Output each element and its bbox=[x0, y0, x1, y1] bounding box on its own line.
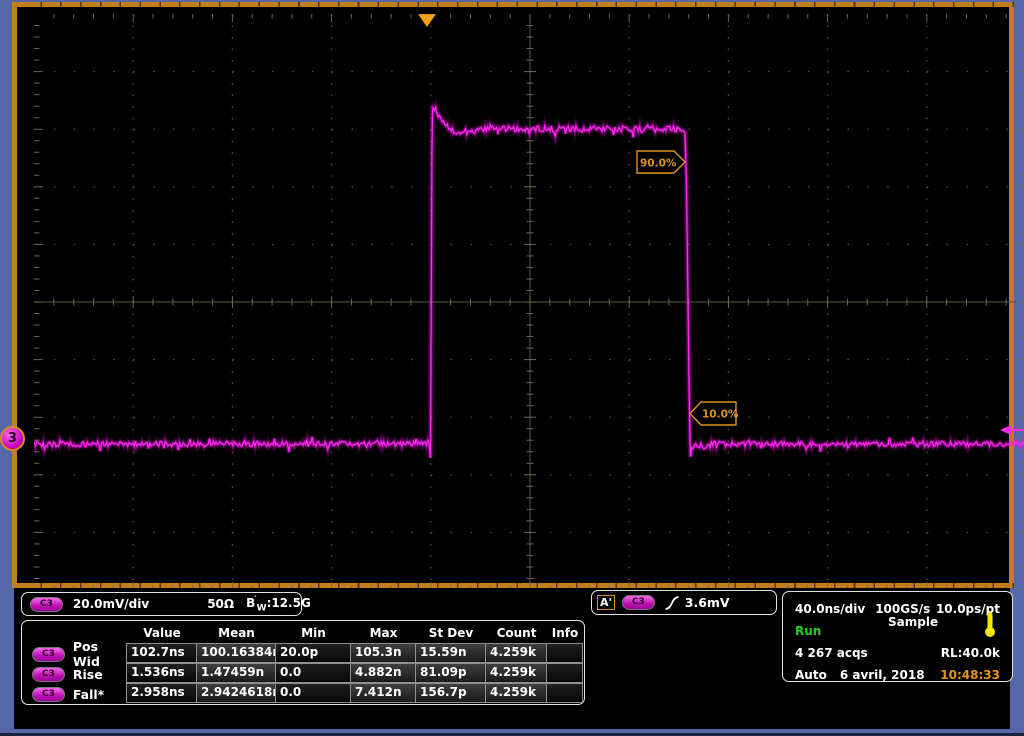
timebase-value: 40.0ns/div bbox=[795, 602, 865, 616]
table-cell: 0.0 bbox=[275, 683, 351, 703]
ref-high-label: 90.0% bbox=[640, 158, 677, 170]
run-state: Run bbox=[795, 624, 821, 638]
trigger-channel-badge[interactable]: C3 bbox=[622, 595, 655, 610]
status-bar: C3 20.0mV/div 50Ω B′W:12.5G Value Mean M… bbox=[14, 588, 1010, 729]
trigger-readout-panel[interactable]: A' C3 3.6mV bbox=[591, 590, 777, 615]
col-header-max: Max bbox=[351, 623, 416, 644]
measurement-name: Fall* bbox=[73, 687, 104, 702]
channel-readout-panel[interactable]: C3 20.0mV/div 50Ω B′W:12.5G bbox=[21, 592, 302, 616]
bandwidth-value: B′W:12.5G bbox=[246, 595, 311, 613]
channel-c3-badge[interactable]: C3 bbox=[30, 597, 63, 612]
vertical-scale-value: 20.0mV/div bbox=[73, 597, 149, 611]
table-cell: 20.0p bbox=[275, 643, 351, 663]
temperature-icon bbox=[984, 611, 996, 638]
table-cell: 2.958ns bbox=[126, 683, 197, 703]
table-cell: 15.59n bbox=[415, 643, 486, 663]
termination-value: 50Ω bbox=[207, 597, 234, 611]
table-cell: 4.259k bbox=[485, 663, 547, 683]
measurement-table-panel[interactable]: Value Mean Min Max St Dev Count Info C3P… bbox=[21, 620, 585, 705]
measurement-row-label[interactable]: C3 Rise bbox=[23, 664, 127, 684]
col-header-count: Count bbox=[486, 623, 547, 644]
graticule-frame: 90.0% 10.0% bbox=[12, 2, 1014, 588]
acquisition-mode: Sample bbox=[888, 615, 938, 629]
table-cell bbox=[546, 683, 583, 703]
ref-level-low-flag[interactable]: 10.0% bbox=[690, 402, 739, 425]
sample-rate-value: 100GS/s bbox=[875, 602, 930, 616]
table-cell: 2.9424618n bbox=[196, 683, 276, 703]
acquisition-count: 4 267 acqs bbox=[795, 646, 868, 660]
table-cell: 4.882n bbox=[350, 663, 416, 683]
trigger-mode: Auto bbox=[795, 668, 827, 682]
border-ticks-top bbox=[22, 2, 1014, 7]
table-cell: 102.7ns bbox=[126, 643, 197, 663]
ref-low-label: 10.0% bbox=[702, 409, 739, 421]
trigger-position-icon[interactable] bbox=[418, 14, 436, 27]
row-channel-badge: C3 bbox=[32, 667, 65, 682]
table-cell: 156.7p bbox=[415, 683, 486, 703]
measurement-name: Rise bbox=[73, 667, 103, 682]
table-cell bbox=[546, 643, 583, 663]
table-cell: 4.259k bbox=[485, 683, 547, 703]
channel-3-position-marker[interactable]: 3 bbox=[0, 426, 25, 451]
col-header-info: Info bbox=[547, 623, 583, 644]
table-cell: 81.09p bbox=[415, 663, 486, 683]
graticule-grid bbox=[34, 14, 1024, 590]
record-length: RL:40.0k bbox=[941, 646, 1000, 660]
rising-edge-icon bbox=[664, 595, 680, 611]
channel-3-label: 3 bbox=[8, 431, 17, 446]
table-cell: 105.3n bbox=[350, 643, 416, 663]
measurement-table: Value Mean Min Max St Dev Count Info C3P… bbox=[23, 623, 584, 704]
clock-value: 10:48:33 bbox=[940, 668, 1000, 682]
trigger-source-badge[interactable]: A' bbox=[597, 595, 615, 610]
table-cell: 4.259k bbox=[485, 643, 547, 663]
table-cell: 1.536ns bbox=[126, 663, 197, 683]
col-header-stdev: St Dev bbox=[416, 623, 486, 644]
trigger-level-value: 3.6mV bbox=[685, 595, 730, 610]
row-channel-badge: C3 bbox=[32, 687, 65, 702]
table-cell: 1.47459n bbox=[196, 663, 276, 683]
table-cell: 0.0 bbox=[275, 663, 351, 683]
table-cell: 100.16384n bbox=[196, 643, 276, 663]
table-cell bbox=[546, 663, 583, 683]
table-cell: 7.412n bbox=[350, 683, 416, 703]
col-header-min: Min bbox=[276, 623, 351, 644]
horizontal-acquisition-panel[interactable]: 40.0ns/div 100GS/s 10.0ps/pt Run Sample … bbox=[782, 591, 1013, 682]
measurement-row-label[interactable]: C3 Fall* bbox=[23, 684, 127, 704]
col-header-value: Value bbox=[127, 623, 197, 644]
waveform-display[interactable]: 90.0% 10.0% bbox=[34, 14, 1024, 590]
trigger-level-icon[interactable] bbox=[1000, 425, 1024, 435]
date-value: 6 avril, 2018 bbox=[840, 668, 925, 682]
measurement-row-label[interactable]: C3Pos Wid bbox=[23, 644, 127, 664]
ref-level-high-flag[interactable]: 90.0% bbox=[637, 151, 685, 173]
channel-c3-badge-label: C3 bbox=[40, 599, 53, 609]
row-channel-badge: C3 bbox=[32, 647, 65, 662]
col-header-mean: Mean bbox=[197, 623, 276, 644]
